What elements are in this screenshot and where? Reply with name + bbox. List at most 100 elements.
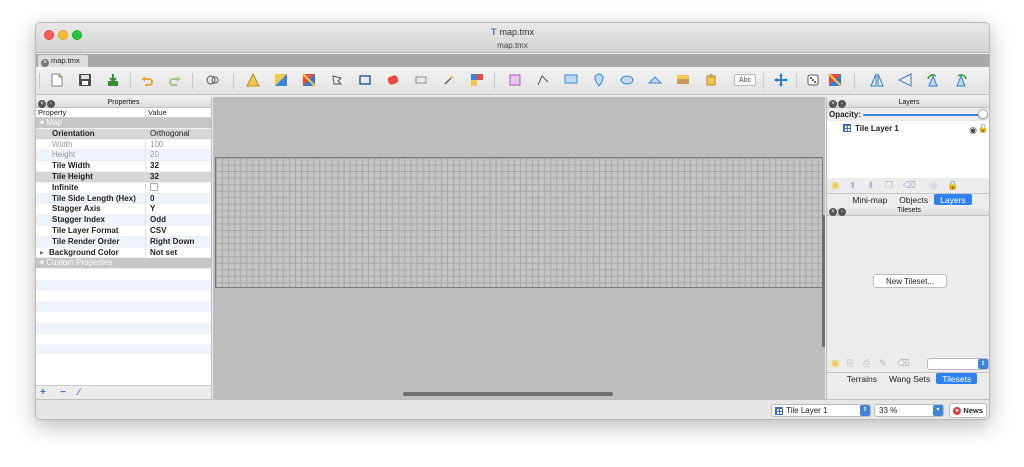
offset-layer-icon[interactable] xyxy=(774,73,788,87)
layer-select[interactable]: Tile Layer 1 ⇕ xyxy=(771,404,871,417)
panel-title: Layers xyxy=(898,99,920,106)
property-row[interactable]: ▸ Background Color Not set xyxy=(36,247,211,259)
bucket-fill-icon[interactable] xyxy=(302,73,316,87)
property-row[interactable]: Stagger Axis Y xyxy=(36,204,211,216)
news-button[interactable]: ● News xyxy=(949,403,987,418)
redo-icon[interactable] xyxy=(168,73,182,87)
close-panel-icon[interactable]: × xyxy=(38,100,46,108)
insert-text-icon[interactable] xyxy=(704,73,718,87)
property-row[interactable]: Tile Render Order Right Down xyxy=(36,236,211,248)
flip-vertical-icon[interactable] xyxy=(898,73,912,87)
eraser-icon[interactable] xyxy=(358,73,372,87)
tab-layers[interactable]: Layers xyxy=(934,194,972,205)
delete-layer-icon[interactable]: ⌫ xyxy=(903,180,916,191)
insert-point-icon[interactable] xyxy=(564,73,578,87)
property-row[interactable]: Width 100 xyxy=(36,139,211,151)
insert-polygon-icon[interactable] xyxy=(620,73,634,87)
property-row[interactable]: Tile Side Length (Hex) 0 xyxy=(36,193,211,205)
remove-tileset-icon[interactable]: ⌫ xyxy=(897,358,910,369)
property-row[interactable]: Tile Height 32 xyxy=(36,171,211,183)
properties-title-bar: × ◦ Properties xyxy=(36,97,211,108)
eye-icon[interactable]: ◉ xyxy=(969,125,977,136)
zoom-select[interactable]: 33 % ▾ xyxy=(874,404,944,417)
random-mode-icon[interactable] xyxy=(806,73,820,87)
document-tab[interactable]: × map.tmx xyxy=(38,55,88,67)
edit-polygons-icon[interactable] xyxy=(508,73,522,87)
insert-rectangle-icon[interactable] xyxy=(536,73,550,87)
tab-terrains[interactable]: Terrains xyxy=(841,373,883,384)
terrain-brush-icon[interactable] xyxy=(246,73,260,87)
rename-property-icon[interactable]: ⁄ xyxy=(78,387,80,397)
layer-item[interactable]: Tile Layer 1 xyxy=(843,124,899,133)
edit-tileset-icon[interactable]: ✎ xyxy=(879,358,887,369)
tiled-file-icon: T xyxy=(490,27,497,37)
property-row[interactable]: Tile Width 32 xyxy=(36,161,211,172)
flip-horizontal-icon[interactable] xyxy=(870,73,884,87)
select-same-tile-icon[interactable] xyxy=(442,73,456,87)
tab-tilesets[interactable]: Tilesets xyxy=(936,373,978,384)
horizontal-scrollbar[interactable] xyxy=(403,392,613,396)
property-row[interactable]: Stagger Index Odd xyxy=(36,215,211,226)
duplicate-layer-icon[interactable]: ❐ xyxy=(885,180,893,191)
float-panel-icon[interactable]: ◦ xyxy=(47,100,55,108)
save-icon[interactable] xyxy=(78,73,92,87)
embed-tileset-icon[interactable]: ⎘ xyxy=(847,358,854,369)
export-tileset-icon[interactable]: ⎙ xyxy=(863,358,870,369)
new-tileset-button[interactable]: New Tileset... xyxy=(873,274,947,288)
close-panel-icon[interactable]: × xyxy=(829,100,837,108)
remove-property-icon[interactable]: − xyxy=(60,387,66,398)
tilesets-title-bar: × ◦ Tilesets xyxy=(827,205,989,216)
document-tab-bar: × map.tmx xyxy=(36,54,989,67)
column-property: Property xyxy=(36,108,146,117)
undo-icon[interactable] xyxy=(140,73,154,87)
vertical-scrollbar[interactable] xyxy=(822,215,825,347)
toolbar-separator xyxy=(130,73,131,89)
wang-fill-icon[interactable] xyxy=(828,73,842,87)
stamp-brush-icon[interactable] xyxy=(206,73,220,87)
rectangle-select-icon[interactable] xyxy=(386,73,400,87)
infinite-checkbox[interactable] xyxy=(150,182,158,191)
wang-brush-icon[interactable] xyxy=(274,73,288,87)
opacity-slider[interactable] xyxy=(863,114,985,116)
new-icon[interactable] xyxy=(50,73,64,87)
opacity-row: Opacity: xyxy=(827,108,989,121)
property-row[interactable]: Orientation Orthogonal xyxy=(36,128,211,140)
map-canvas[interactable] xyxy=(213,97,825,399)
float-panel-icon[interactable]: ◦ xyxy=(838,208,846,216)
insert-template-icon[interactable] xyxy=(676,73,690,87)
new-layer-icon[interactable]: ▣ xyxy=(831,180,840,191)
opacity-slider-knob[interactable] xyxy=(978,109,988,119)
right-dock: × ◦ Layers Opacity: Tile Layer 1 ◉ 🔓 ▣ ⬆ … xyxy=(826,97,989,399)
shape-fill-icon[interactable] xyxy=(330,73,344,87)
lower-layer-icon[interactable]: ⬇ xyxy=(867,180,875,191)
expand-arrow-icon[interactable]: ▸ xyxy=(40,248,44,257)
chevron-updown-icon: ⇕ xyxy=(860,405,870,416)
insert-tile-icon[interactable] xyxy=(648,73,662,87)
lock-icon[interactable]: 🔓 xyxy=(978,124,988,133)
magic-wand-icon[interactable] xyxy=(414,73,428,87)
object-select-icon[interactable] xyxy=(470,73,484,87)
property-row[interactable]: Height 20 xyxy=(36,150,211,162)
close-panel-icon[interactable]: × xyxy=(829,208,837,216)
property-row[interactable]: Infinite xyxy=(36,182,211,194)
tile-grid[interactable] xyxy=(215,157,823,288)
tab-objects[interactable]: Objects xyxy=(893,194,934,205)
text-tool-icon[interactable]: Abc xyxy=(734,74,756,86)
add-property-icon[interactable]: + xyxy=(40,387,46,398)
group-header-map[interactable]: ▾ Map xyxy=(36,118,211,129)
raise-layer-icon[interactable]: ⬆ xyxy=(849,180,857,191)
export-icon[interactable] xyxy=(106,73,120,87)
insert-ellipse-icon[interactable] xyxy=(592,73,606,87)
group-header-custom[interactable]: ▾ Custom Properties xyxy=(36,258,211,270)
toggle-other-layers-icon[interactable]: ◎ xyxy=(929,180,937,191)
property-row[interactable]: Tile Layer Format CSV xyxy=(36,225,211,237)
tab-mini-map[interactable]: Mini-map xyxy=(846,194,893,205)
tab-wang-sets[interactable]: Wang Sets xyxy=(883,373,936,384)
lock-other-layers-icon[interactable]: 🔒 xyxy=(947,180,958,191)
rotate-right-icon[interactable] xyxy=(954,73,968,87)
new-tileset-icon[interactable]: ▣ xyxy=(831,358,840,369)
rotate-left-icon[interactable] xyxy=(926,73,940,87)
tileset-dropdown[interactable]: ⇕ xyxy=(927,358,989,370)
close-tab-icon[interactable]: × xyxy=(41,59,49,67)
float-panel-icon[interactable]: ◦ xyxy=(838,100,846,108)
